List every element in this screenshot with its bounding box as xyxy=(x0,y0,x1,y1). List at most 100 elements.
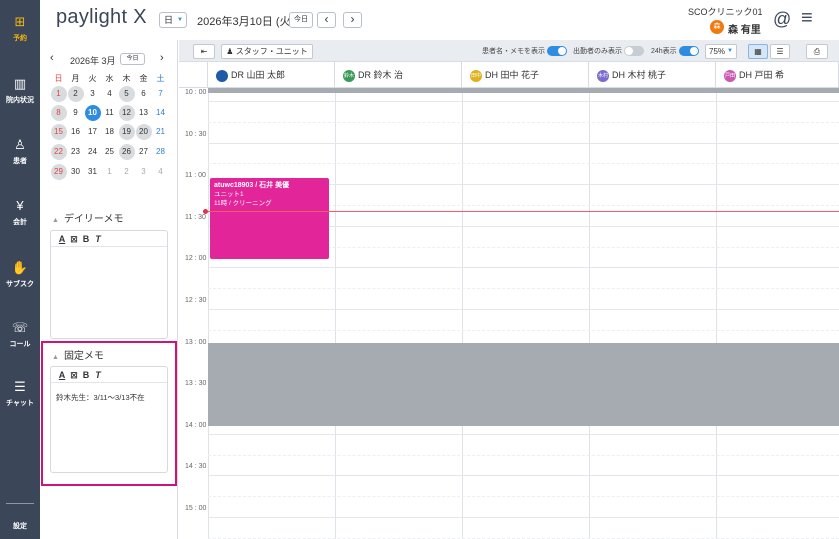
staff-column-header[interactable]: DR 山田 太郎 xyxy=(208,62,335,88)
today-button[interactable]: 今日 xyxy=(289,12,313,28)
toggle-label-24h: 24h表示 xyxy=(651,48,677,55)
bold-icon[interactable]: B xyxy=(80,231,92,247)
calendar-day[interactable]: 30 xyxy=(68,164,84,180)
clear-format-icon[interactable]: T xyxy=(92,231,104,247)
nav-item-call[interactable]: ☏ コール xyxy=(0,320,40,349)
calendar-day[interactable]: 27 xyxy=(136,144,152,160)
time-slot-line xyxy=(208,517,839,518)
collapse-panel-button[interactable]: ⇤ xyxy=(193,44,215,59)
view-select[interactable]: 日 ▼ xyxy=(159,12,187,28)
nav-item-accounting[interactable]: ¥ 会計 xyxy=(0,198,40,227)
toggle-label-patient-memo: 患者名・メモを表示 xyxy=(482,48,545,55)
toggle-attendance-only[interactable] xyxy=(624,46,644,56)
calendar-view-button[interactable]: ▦ xyxy=(748,44,768,59)
daily-memo-header[interactable]: ▲ デイリーメモ xyxy=(52,210,124,225)
view-select-value: 日 xyxy=(164,15,174,25)
nav-item-label: チャット xyxy=(6,400,34,407)
next-day-button[interactable]: › xyxy=(343,12,362,28)
calendar-day[interactable]: 18 xyxy=(102,124,118,140)
calendar-day[interactable]: 6 xyxy=(136,86,152,102)
clinic-name: SCOクリニック01 xyxy=(688,7,763,17)
calendar-day[interactable]: 5 xyxy=(118,86,135,102)
appointment-unit: ユニット1 xyxy=(214,191,244,198)
calendar-day[interactable]: 2 xyxy=(119,164,135,180)
appointment-treatment: 11時 / クリーニング xyxy=(214,200,272,207)
staff-name: DH 戸田 希 xyxy=(739,70,785,80)
calendar-day[interactable]: 11 xyxy=(102,105,118,121)
print-button[interactable]: ⎙ xyxy=(806,44,828,59)
calendar-day[interactable]: 21 xyxy=(153,124,169,140)
nav-item-subscription[interactable]: ✋ サブスク xyxy=(0,260,40,289)
calendar-day[interactable]: 31 xyxy=(85,164,101,180)
cal-next-month[interactable]: › xyxy=(160,52,164,64)
cal-prev-month[interactable]: ‹ xyxy=(50,52,54,64)
toggle-24h[interactable] xyxy=(679,46,699,56)
calendar-day[interactable]: 1 xyxy=(50,86,67,102)
calendar-day[interactable]: 22 xyxy=(50,144,67,160)
staff-unit-button[interactable]: ♟ スタッフ・ユニット xyxy=(221,44,313,59)
chevron-down-icon: ▼ xyxy=(177,17,183,23)
calendar-day[interactable]: 15 xyxy=(50,124,67,140)
calendar-day[interactable]: 29 xyxy=(50,164,67,180)
zoom-select[interactable]: 75% ▼ xyxy=(705,44,737,59)
nav-item-label: コール xyxy=(9,341,31,348)
calendar-plus-icon: ⊞ xyxy=(14,14,26,29)
staff-name: DR 山田 太郎 xyxy=(231,70,286,80)
nav-item-chat[interactable]: ☰ チャット xyxy=(0,379,40,408)
current-time-marker xyxy=(203,209,208,214)
time-label: 12 : 00 xyxy=(185,255,207,263)
calendar-day[interactable]: 7 xyxy=(153,86,169,102)
schedule-grid: DR 山田 太郎 鈴木 DR 鈴木 治田中 DH 田中 花子 木村 DH 木村 桃子 戸田 D… xyxy=(179,62,839,539)
calendar-day[interactable]: 4 xyxy=(102,86,118,102)
calendar-day[interactable]: 23 xyxy=(68,144,84,160)
prev-day-button[interactable]: ‹ xyxy=(317,12,336,28)
staff-name: DH 木村 桃子 xyxy=(612,70,667,80)
cal-today-button[interactable]: 今日 xyxy=(120,53,145,65)
calendar-day[interactable]: 10 xyxy=(84,105,101,121)
calendar-day[interactable]: 8 xyxy=(50,105,67,121)
collapse-icon: ▲ xyxy=(52,217,59,224)
mention-icon[interactable]: @ xyxy=(773,9,791,30)
time-slot-line xyxy=(208,142,839,144)
staff-column-header[interactable]: 鈴木 DR 鈴木 治 xyxy=(335,62,462,88)
calendar-day[interactable]: 17 xyxy=(85,124,101,140)
staff-column-header[interactable]: 木村 DH 木村 桃子 xyxy=(589,62,716,88)
calendar-day[interactable]: 13 xyxy=(136,105,152,121)
daily-memo-body[interactable] xyxy=(51,247,167,257)
menu-icon[interactable]: ≡ xyxy=(801,7,813,30)
nav-item-reservation[interactable]: ⊞ 予約 xyxy=(0,14,40,43)
nav-item-settings[interactable]: 設定 xyxy=(0,518,40,531)
appointment-card[interactable]: atuwc18903 / 石井 美優 ユニット1 11時 / クリーニング xyxy=(210,178,329,259)
calendar-day[interactable]: 3 xyxy=(136,164,152,180)
time-label: 15 : 00 xyxy=(185,505,207,512)
staff-column-header[interactable]: 田中 DH 田中 花子 xyxy=(462,62,589,88)
time-slot-line xyxy=(208,309,839,310)
list-view-button[interactable]: ☰ xyxy=(770,44,790,59)
calendar-day[interactable]: 26 xyxy=(118,144,135,160)
calendar-day[interactable]: 19 xyxy=(118,124,135,140)
nav-item-clinic-status[interactable]: ▥ 院内状況 xyxy=(0,76,40,105)
calendar-day[interactable]: 16 xyxy=(68,124,84,140)
toggle-patient-memo[interactable] xyxy=(547,46,567,56)
user-name[interactable]: 森 有里 xyxy=(728,21,761,36)
bg-color-icon[interactable]: ⊠ xyxy=(68,231,80,247)
daily-memo-editor[interactable]: A ⊠ B T xyxy=(50,230,168,339)
calendar-day[interactable]: 1 xyxy=(102,164,118,180)
calendar-day[interactable]: 28 xyxy=(153,144,169,160)
nav-item-patients[interactable]: ♙ 患者 xyxy=(0,137,40,166)
staff-column-header[interactable]: 戸田 DH 戸田 希 xyxy=(716,62,839,88)
calendar-day[interactable]: 25 xyxy=(102,144,118,160)
calendar-day[interactable]: 14 xyxy=(153,105,169,121)
calendar-day[interactable]: 3 xyxy=(85,86,101,102)
calendar-day[interactable]: 4 xyxy=(153,164,169,180)
calendar-day[interactable]: 24 xyxy=(85,144,101,160)
calendar-day[interactable]: 20 xyxy=(135,124,152,140)
calendar-day[interactable]: 9 xyxy=(68,105,84,121)
calendar-day[interactable]: 12 xyxy=(118,105,135,121)
text-color-icon[interactable]: A xyxy=(56,231,68,247)
calendar-day[interactable]: 2 xyxy=(67,86,84,102)
avatar: 戸田 xyxy=(724,69,736,82)
toggle-label-attendance: 出勤者のみ表示 xyxy=(573,48,622,55)
app-logo: paylight X xyxy=(56,6,147,28)
time-slot-subline xyxy=(208,121,839,123)
